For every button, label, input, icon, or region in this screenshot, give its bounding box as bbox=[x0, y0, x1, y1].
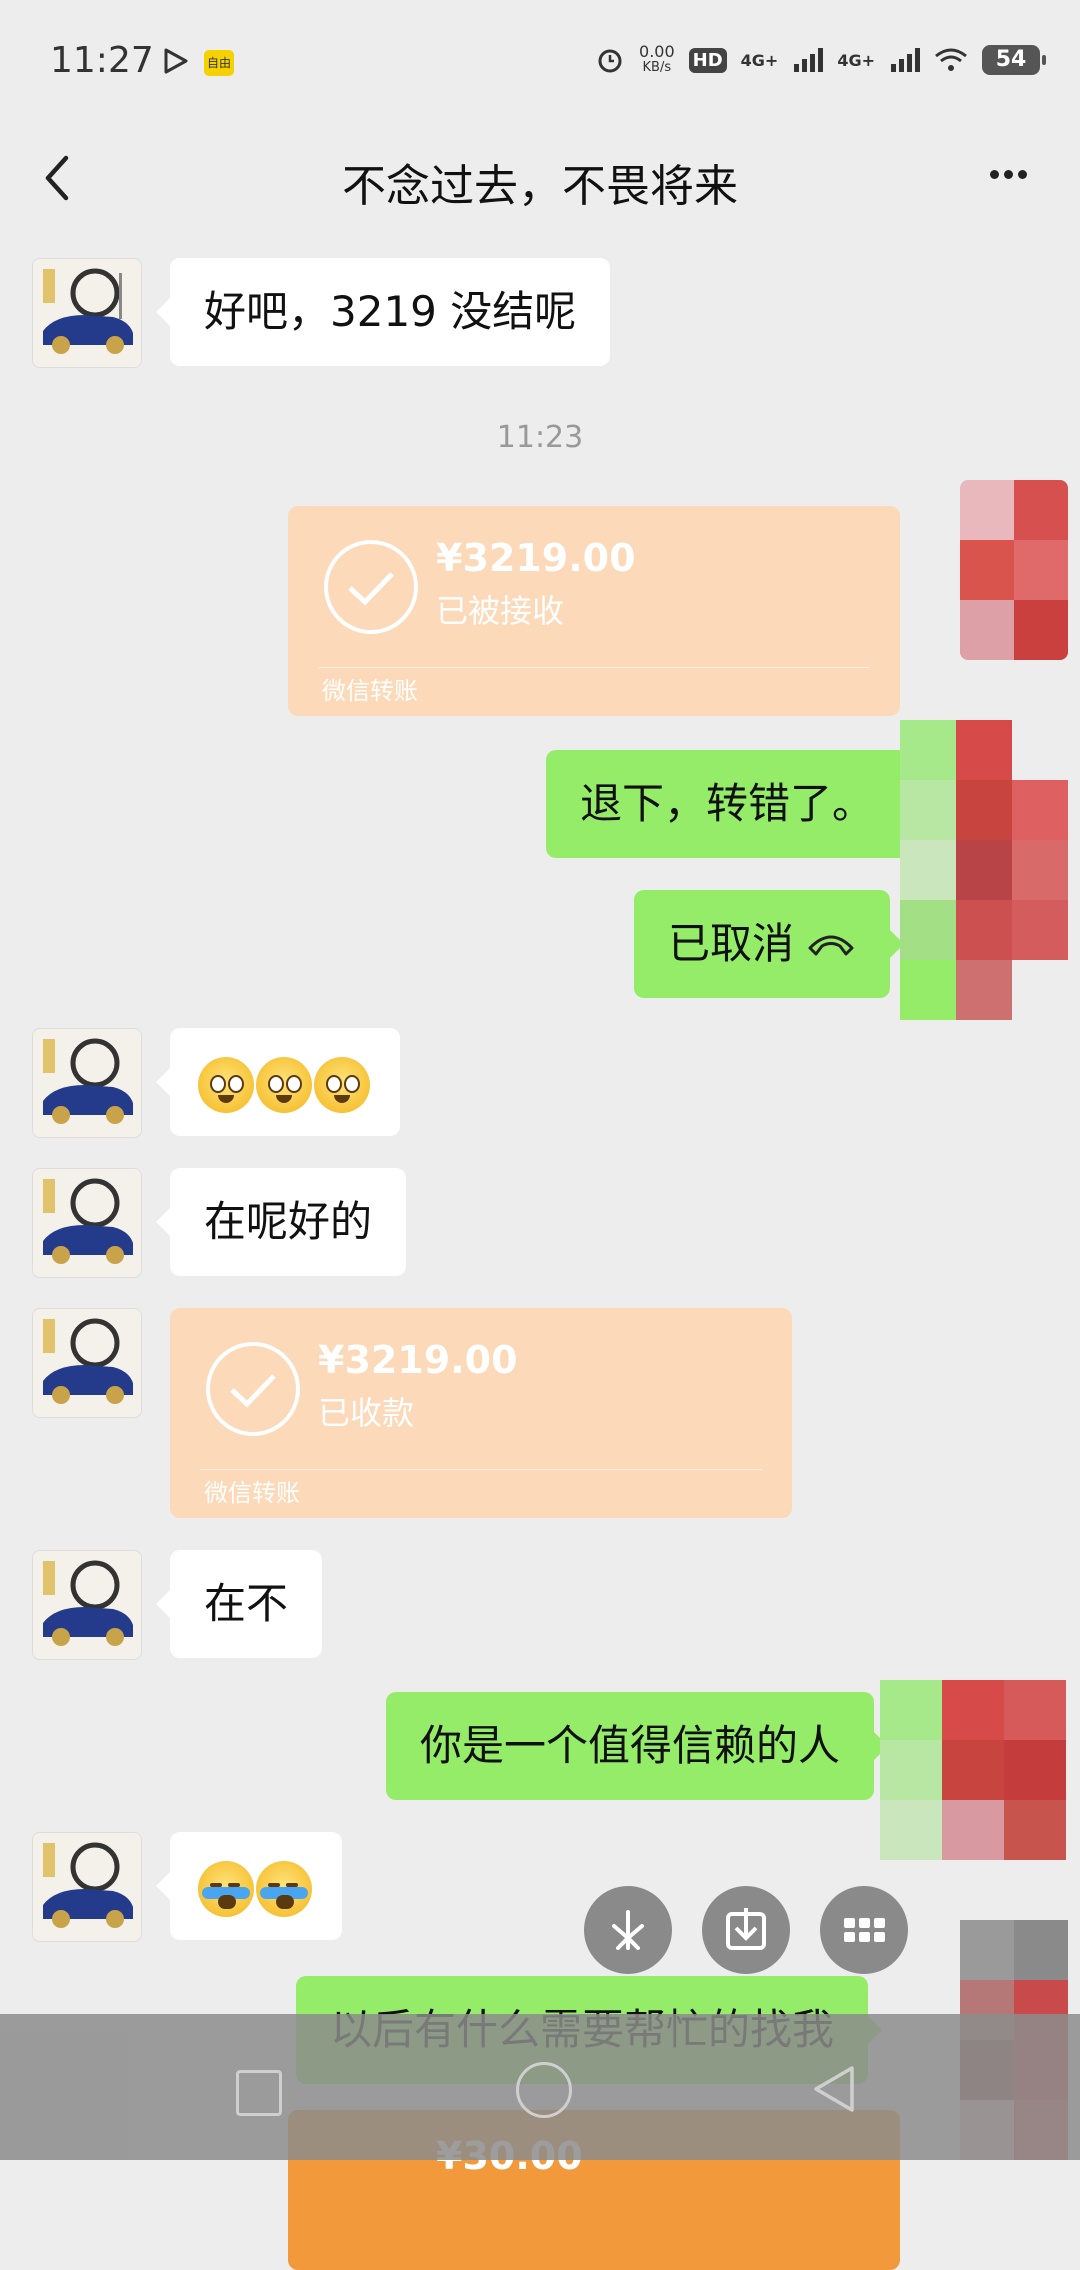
hd-badge: HD bbox=[688, 47, 727, 73]
check-circle-icon bbox=[324, 540, 418, 634]
system-nav-bar bbox=[0, 2014, 1080, 2160]
chat-title: 不念过去，不畏将来 bbox=[342, 161, 738, 212]
emoji-icon bbox=[256, 1056, 312, 1113]
sparkle-icon bbox=[612, 1910, 644, 1950]
transfer-label: 微信转账 bbox=[322, 677, 418, 705]
self-avatar[interactable] bbox=[960, 480, 1068, 660]
message-bubble-incoming[interactable]: 在不 bbox=[155, 1550, 323, 1658]
contact-avatar[interactable] bbox=[32, 1832, 142, 1942]
network-type-2: 4G+ bbox=[837, 50, 875, 70]
status-bar: 11:27 自由 0.00 KB/s HD 4G+ 4G+ 54 bbox=[0, 0, 1080, 120]
app-badge: 自由 bbox=[204, 50, 234, 76]
transfer-amount: ¥3219.00 bbox=[318, 1338, 518, 1382]
contact-avatar[interactable] bbox=[32, 1308, 142, 1418]
self-avatar[interactable] bbox=[880, 1680, 1068, 1860]
alarm-icon bbox=[598, 49, 622, 73]
message-bubble-outgoing[interactable]: 已取消 bbox=[634, 890, 905, 998]
battery-icon: 54 bbox=[982, 45, 1046, 75]
home-button[interactable] bbox=[516, 2062, 572, 2118]
contact-avatar[interactable] bbox=[32, 1550, 142, 1660]
grid-button[interactable] bbox=[820, 1886, 908, 1974]
wifi-icon bbox=[935, 48, 967, 71]
transfer-label: 微信转账 bbox=[204, 1479, 300, 1507]
crying-emoji-icon bbox=[256, 1860, 312, 1917]
car-avatar-image bbox=[33, 259, 141, 367]
emoji-icon bbox=[198, 1056, 254, 1113]
car-avatar-image bbox=[33, 1309, 141, 1417]
signal-icon-2 bbox=[891, 48, 920, 72]
phone-hangup-icon bbox=[808, 935, 854, 956]
car-avatar-image bbox=[33, 1029, 141, 1137]
net-speed: 0.00 KB/s bbox=[639, 42, 675, 76]
more-dots-icon[interactable] bbox=[990, 160, 1050, 190]
self-avatar[interactable] bbox=[900, 720, 1068, 1020]
sparkle-button[interactable] bbox=[584, 1886, 672, 1974]
recent-apps-button[interactable] bbox=[236, 2070, 282, 2116]
nav-back-icon[interactable] bbox=[808, 2062, 860, 2116]
message-bubble-outgoing[interactable]: 你是一个值得信赖的人 bbox=[386, 1692, 889, 1800]
divider bbox=[200, 1469, 762, 1470]
transfer-card-outgoing[interactable]: ¥3219.00 已被接收 微信转账 bbox=[288, 506, 900, 716]
emoji-icon bbox=[314, 1056, 370, 1113]
transfer-card-incoming[interactable]: ¥3219.00 已收款 微信转账 bbox=[170, 1308, 792, 1518]
crying-emoji-icon bbox=[198, 1860, 254, 1917]
grid-icon bbox=[844, 1918, 885, 1942]
title-bar: 不念过去，不畏将来 bbox=[0, 120, 1080, 232]
check-circle-icon bbox=[206, 1342, 300, 1436]
emoji-message-bubble[interactable] bbox=[156, 1028, 400, 1136]
emoji-message-bubble[interactable] bbox=[156, 1832, 342, 1940]
download-button[interactable] bbox=[702, 1886, 790, 1974]
call-cancel-text: 已取消 bbox=[668, 919, 795, 968]
signal-icon bbox=[794, 48, 824, 72]
car-avatar-image bbox=[33, 1833, 141, 1941]
status-right: 0.00 KB/s HD 4G+ 4G+ 54 bbox=[595, 40, 1046, 80]
message-bubble-outgoing[interactable]: 退下，转错了。 bbox=[546, 750, 923, 858]
network-type-1: 4G+ bbox=[740, 50, 779, 70]
car-avatar-image bbox=[33, 1169, 141, 1277]
contact-avatar[interactable] bbox=[32, 1168, 142, 1278]
car-avatar-image bbox=[33, 1551, 141, 1659]
status-time: 11:27 bbox=[50, 40, 154, 81]
message-bubble-incoming[interactable]: 好吧，3219 没结呢 bbox=[155, 258, 611, 366]
transfer-amount: ¥3219.00 bbox=[436, 536, 636, 580]
contact-avatar[interactable] bbox=[32, 1028, 142, 1138]
contact-avatar[interactable] bbox=[32, 258, 142, 368]
download-icon bbox=[726, 1908, 766, 1950]
message-bubble-incoming[interactable]: 在呢好的 bbox=[155, 1168, 407, 1276]
play-icon bbox=[164, 48, 188, 74]
divider bbox=[318, 667, 870, 668]
transfer-state: 已收款 bbox=[318, 1394, 415, 1432]
transfer-state: 已被接收 bbox=[436, 592, 565, 630]
message-timestamp: 11:23 bbox=[496, 420, 584, 455]
